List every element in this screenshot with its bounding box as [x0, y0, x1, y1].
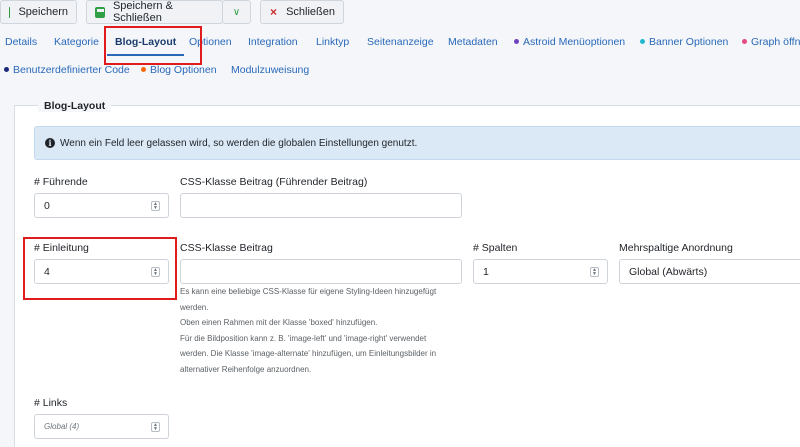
dot-icon [141, 67, 146, 72]
help-line: Es kann eine beliebige CSS-Klasse für ei… [180, 287, 437, 296]
save-close-button-label: Speichern & Schließen [112, 0, 173, 24]
tab-label: Modulzuweisung [231, 64, 310, 76]
save-icon [95, 6, 105, 18]
tab-label: Integration [248, 36, 298, 48]
links-label: # Links [34, 397, 68, 409]
css-class-help-text: Es kann eine beliebige CSS-Klasse für ei… [180, 284, 480, 377]
tab-kategorie[interactable]: Kategorie [54, 30, 99, 54]
dot-icon [514, 39, 519, 44]
save-button[interactable]: Speichern [0, 0, 77, 24]
tab-label: Astroid Menüoptionen [523, 36, 626, 48]
tab-modulzuweisung[interactable]: Modulzuweisung [231, 58, 309, 82]
close-icon: × [270, 5, 278, 19]
tab-label: Benutzerdefinierter Code [13, 64, 130, 76]
help-line: werden. [180, 302, 209, 312]
dot-icon [640, 39, 645, 44]
multicolumn-order-value: Global (Abwärts) [629, 265, 708, 278]
links-count-input[interactable]: Global (4) ▲ ▼ [34, 414, 169, 439]
info-icon: i [45, 138, 55, 148]
tab-label: Kategorie [54, 36, 99, 48]
help-line: werden. Die Klasse 'image-alternate' hin… [180, 349, 437, 358]
tab-label: Graph öffne [751, 36, 800, 48]
columns-count-value: 1 [483, 265, 489, 278]
tab-label: Details [5, 36, 38, 48]
close-button-label: Schließen [286, 6, 335, 18]
tab-label: Seitenanzeige [367, 36, 434, 48]
leading-count-input[interactable]: 0 ▲ ▼ [34, 193, 169, 218]
highlight-box-tab [104, 26, 202, 65]
spinner-icon[interactable]: ▲ ▼ [151, 422, 160, 432]
tab-label: Banner Optionen [649, 36, 729, 48]
spinner-icon[interactable]: ▲ ▼ [590, 267, 599, 277]
save-button-label: Speichern [18, 6, 68, 18]
info-alert-text: Wenn ein Feld leer gelassen wird, so wer… [60, 137, 418, 149]
help-line: Oben einen Rahmen mit der Klasse 'boxed'… [180, 318, 378, 327]
tab-linktyp[interactable]: Linktyp [316, 30, 349, 54]
tab-label: Linktyp [316, 36, 350, 48]
fieldset-legend: Blog-Layout [38, 100, 112, 112]
tab-label: Metadaten [448, 36, 498, 48]
leading-css-class-input[interactable] [180, 193, 462, 218]
tab-integration[interactable]: Integration [248, 30, 298, 54]
save-icon [9, 6, 23, 18]
columns-count-input[interactable]: 1 ▲ ▼ [473, 259, 608, 284]
tab-seitenanzeige[interactable]: Seitenanzeige [367, 30, 434, 54]
leading-label: # Führende [34, 176, 88, 188]
chevron-down-icon: ∨ [232, 6, 241, 18]
intro-css-label: CSS-Klasse Beitrag [180, 242, 273, 254]
save-options-dropdown[interactable]: ∨ [222, 0, 251, 24]
multicolumn-label: Mehrspaltige Anordnung [619, 242, 733, 254]
dot-icon [4, 67, 9, 72]
help-line: Für die Bildposition kann z. B. 'image-l… [180, 333, 427, 343]
tab-graph[interactable]: Graph öffne [742, 30, 800, 54]
close-button[interactable]: × Schließen [260, 0, 344, 24]
spinner-icon[interactable]: ▲ ▼ [151, 201, 160, 211]
links-count-placeholder: Global (4) [44, 422, 80, 431]
help-line: alternativer Reihenfolge anzuordnen. [180, 364, 312, 374]
tab-banner-optionen[interactable]: Banner Optionen [640, 30, 728, 54]
multicolumn-order-select[interactable]: Global (Abwärts) [619, 259, 800, 284]
tab-metadaten[interactable]: Metadaten [448, 30, 498, 54]
info-alert: i Wenn ein Feld leer gelassen wird, so w… [34, 126, 800, 160]
tab-astroid-menueoptionen[interactable]: Astroid Menüoptionen [514, 30, 625, 54]
tab-details[interactable]: Details [5, 30, 37, 54]
highlight-box-intro [23, 237, 177, 300]
save-close-button[interactable]: Speichern & Schließen [86, 0, 223, 24]
leading-count-value: 0 [44, 199, 50, 212]
columns-label: # Spalten [473, 242, 518, 254]
tab-label: Blog Optionen [150, 64, 217, 76]
leading-css-label: CSS-Klasse Beitrag (Führender Beitrag) [180, 176, 368, 188]
dot-icon [742, 39, 747, 44]
intro-css-class-input[interactable] [180, 259, 462, 284]
